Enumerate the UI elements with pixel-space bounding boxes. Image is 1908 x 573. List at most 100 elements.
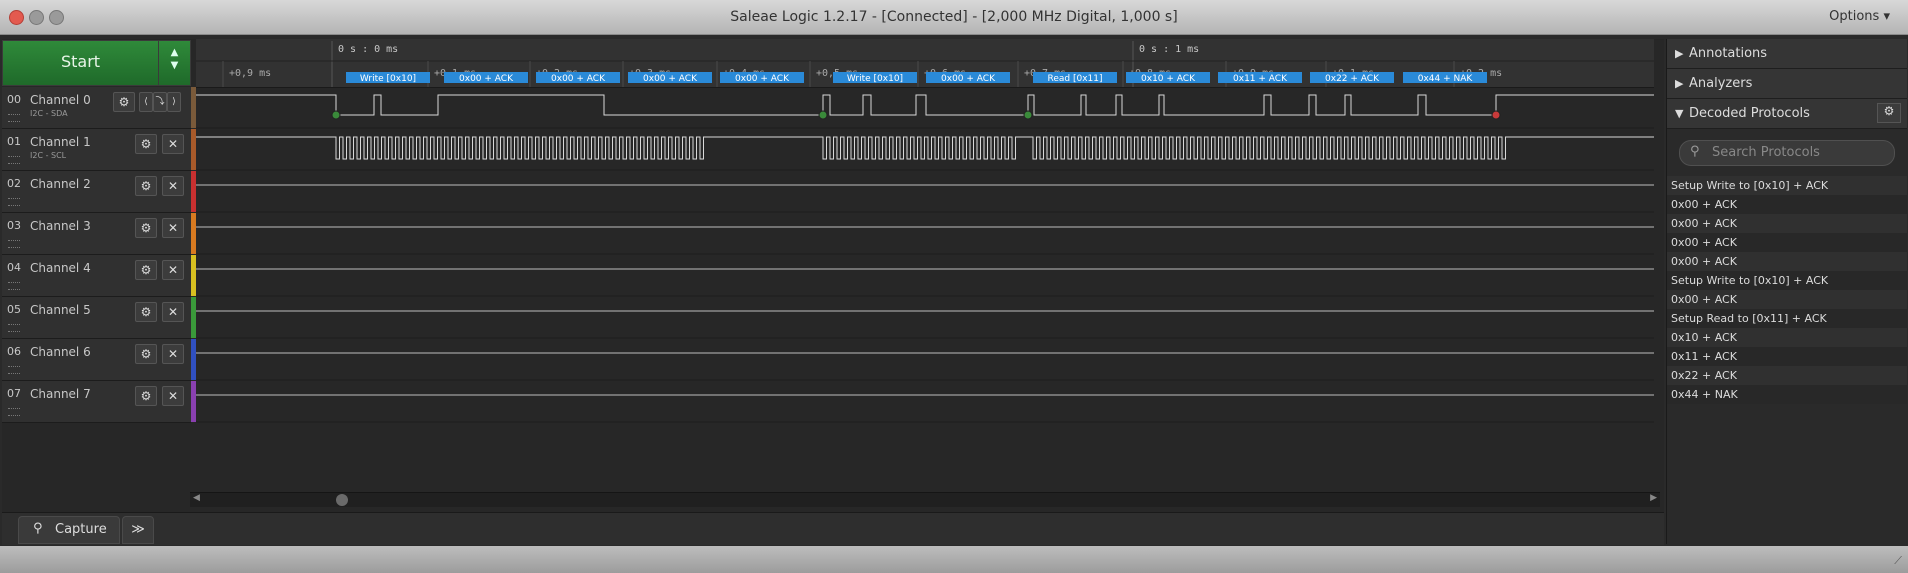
protocol-list-item[interactable]: 0x22 + ACK bbox=[1667, 366, 1907, 385]
drag-handle-icon[interactable] bbox=[8, 282, 20, 290]
ruler-major-label: 0 s : 0 ms bbox=[338, 44, 398, 55]
channel-row[interactable]: 03 Channel 3 ⚙ ✕ bbox=[2, 213, 191, 255]
trigger-falling-icon[interactable]: ⟨ bbox=[139, 92, 153, 112]
annotations-section[interactable]: ▶ Annotations bbox=[1667, 39, 1907, 69]
drag-handle-icon[interactable] bbox=[8, 324, 20, 332]
protocol-list-item[interactable]: Setup Write to [0x10] + ACK bbox=[1667, 176, 1907, 195]
gear-icon[interactable]: ⚙ bbox=[135, 344, 157, 364]
channel-name[interactable]: Channel 0 bbox=[30, 93, 91, 107]
trigger-edge-icon[interactable]: ⤵ bbox=[153, 92, 167, 112]
close-icon[interactable]: ✕ bbox=[162, 218, 184, 238]
search-placeholder: Search Protocols bbox=[1712, 145, 1820, 160]
arrow-down-icon: ▼ bbox=[170, 60, 179, 71]
protocol-list-item[interactable]: Setup Read to [0x11] + ACK bbox=[1667, 309, 1907, 328]
scroll-right-icon[interactable]: ▶ bbox=[1650, 493, 1657, 503]
scroll-thumb[interactable] bbox=[336, 494, 348, 506]
channel-row[interactable]: 04 Channel 4 ⚙ ✕ bbox=[2, 255, 191, 297]
close-icon[interactable]: ✕ bbox=[162, 386, 184, 406]
scroll-left-icon[interactable]: ◀ bbox=[193, 493, 200, 503]
start-button[interactable]: Start bbox=[2, 40, 160, 86]
channel-name[interactable]: Channel 1 bbox=[30, 135, 91, 149]
waveform-area[interactable]: Write [0x10] 0x00 + ACK 0x00 + ACK 0x00 + A… bbox=[196, 72, 1654, 423]
close-icon[interactable]: ✕ bbox=[162, 134, 184, 154]
trigger-rising-icon[interactable]: ⟩ bbox=[167, 92, 181, 112]
expand-right-icon: ▶ bbox=[1675, 77, 1684, 90]
search-protocols-input[interactable]: ⚲ Search Protocols bbox=[1679, 140, 1895, 166]
decoded-bubble-label: Write [0x10] bbox=[360, 74, 416, 84]
close-icon[interactable]: ✕ bbox=[162, 260, 184, 280]
start-stop-marker bbox=[1491, 110, 1501, 120]
drag-handle-icon[interactable] bbox=[8, 408, 20, 416]
protocol-list-item[interactable]: 0x11 + ACK bbox=[1667, 347, 1907, 366]
channel-analyzer-label: I2C - SCL bbox=[30, 151, 67, 160]
gear-icon[interactable]: ⚙ bbox=[135, 218, 157, 238]
channel-name[interactable]: Channel 6 bbox=[30, 345, 91, 359]
tab-capture[interactable]: ⚲ Capture bbox=[18, 516, 120, 544]
gear-icon[interactable]: ⚙ bbox=[135, 302, 157, 322]
expand-down-icon: ▼ bbox=[1675, 107, 1684, 120]
tab-more[interactable]: ≫ bbox=[122, 516, 154, 544]
channel-number: 03 bbox=[7, 219, 21, 232]
protocol-list-item[interactable]: 0x00 + ACK bbox=[1667, 214, 1907, 233]
channel-row[interactable]: 02 Channel 2 ⚙ ✕ bbox=[2, 171, 191, 213]
channel-row[interactable]: 00 Channel 0 I2C - SDA ⚙ ⟨ ⤵ ⟩ bbox=[2, 87, 191, 129]
channel-row[interactable]: 05 Channel 5 ⚙ ✕ bbox=[2, 297, 191, 339]
gear-icon[interactable]: ⚙ bbox=[135, 176, 157, 196]
start-label: Start bbox=[60, 52, 101, 71]
protocol-list-item[interactable]: 0x00 + ACK bbox=[1667, 252, 1907, 271]
gear-icon[interactable]: ⚙ bbox=[135, 134, 157, 154]
resize-grip-icon[interactable]: ⟋ bbox=[1894, 554, 1902, 568]
close-icon[interactable]: ✕ bbox=[162, 344, 184, 364]
protocol-list-item[interactable]: 0x00 + ACK bbox=[1667, 233, 1907, 252]
decoded-bubble-label: 0x10 + ACK bbox=[1141, 74, 1196, 84]
decoded-bubble-label: 0x00 + ACK bbox=[941, 74, 996, 84]
protocol-list-item[interactable]: Setup Write to [0x10] + ACK bbox=[1667, 271, 1907, 290]
gear-icon[interactable]: ⚙ bbox=[113, 92, 135, 112]
protocol-list-item[interactable]: 0x00 + ACK bbox=[1667, 290, 1907, 309]
options-menu[interactable]: Options ▾ bbox=[1829, 9, 1890, 24]
decoded-bubble-label: 0x00 + ACK bbox=[459, 74, 514, 84]
options-label: Options bbox=[1829, 9, 1880, 24]
decoded-bubble-label: Write [0x10] bbox=[847, 74, 903, 84]
start-stop-marker bbox=[1023, 110, 1033, 120]
decoded-protocols-section[interactable]: ▼ Decoded Protocols ⚙ bbox=[1667, 99, 1907, 129]
channel-row[interactable]: 07 Channel 7 ⚙ ✕ bbox=[2, 381, 191, 423]
channel-row[interactable]: 06 Channel 6 ⚙ ✕ bbox=[2, 339, 191, 381]
close-icon[interactable]: ✕ bbox=[162, 302, 184, 322]
channel-name[interactable]: Channel 4 bbox=[30, 261, 91, 275]
start-options-button[interactable]: ▲ ▼ bbox=[158, 40, 191, 86]
channel-number: 05 bbox=[7, 303, 21, 316]
channel-name[interactable]: Channel 2 bbox=[30, 177, 91, 191]
decoded-bubble-label: 0x00 + ACK bbox=[551, 74, 606, 84]
chevron-down-icon: ▾ bbox=[1883, 9, 1890, 24]
channel-name[interactable]: Channel 5 bbox=[30, 303, 91, 317]
protocol-list-item[interactable]: 0x10 + ACK bbox=[1667, 328, 1907, 347]
window-title: Saleae Logic 1.2.17 - [Connected] - [2,0… bbox=[730, 9, 1178, 25]
decoded-bubble-label: 0x44 + NAK bbox=[1418, 74, 1474, 84]
channel-number: 00 bbox=[7, 93, 21, 106]
gear-icon[interactable]: ⚙ bbox=[135, 386, 157, 406]
drag-handle-icon[interactable] bbox=[8, 114, 20, 122]
analyzers-section[interactable]: ▶ Analyzers bbox=[1667, 69, 1907, 99]
drag-handle-icon[interactable] bbox=[8, 198, 20, 206]
arrow-up-icon: ▲ bbox=[170, 47, 179, 58]
protocol-list-item[interactable]: 0x44 + NAK bbox=[1667, 385, 1907, 404]
channel-number: 02 bbox=[7, 177, 21, 190]
decoded-bubble-label: 0x22 + ACK bbox=[1325, 74, 1380, 84]
gear-icon[interactable]: ⚙ bbox=[135, 260, 157, 280]
ruler-major-label: 0 s : 1 ms bbox=[1139, 44, 1199, 55]
drag-handle-icon[interactable] bbox=[8, 156, 20, 164]
bottom-tab-bar: ⚲ Capture ≫ bbox=[2, 512, 1664, 545]
drag-handle-icon[interactable] bbox=[8, 366, 20, 374]
capture-icon: ⚲ bbox=[33, 521, 43, 536]
channel-row[interactable]: 01 Channel 1 I2C - SCL ⚙ ✕ bbox=[2, 129, 191, 171]
horizontal-scrollbar[interactable]: ◀ ▶ bbox=[190, 492, 1660, 507]
drag-handle-icon[interactable] bbox=[8, 240, 20, 248]
channel-name[interactable]: Channel 7 bbox=[30, 387, 91, 401]
start-stop-marker bbox=[818, 110, 828, 120]
channel-name[interactable]: Channel 3 bbox=[30, 219, 91, 233]
decoded-bubble-label: Read [0x11] bbox=[1047, 74, 1102, 84]
protocol-list-item[interactable]: 0x00 + ACK bbox=[1667, 195, 1907, 214]
close-icon[interactable]: ✕ bbox=[162, 176, 184, 196]
gear-icon[interactable]: ⚙ bbox=[1877, 103, 1901, 123]
